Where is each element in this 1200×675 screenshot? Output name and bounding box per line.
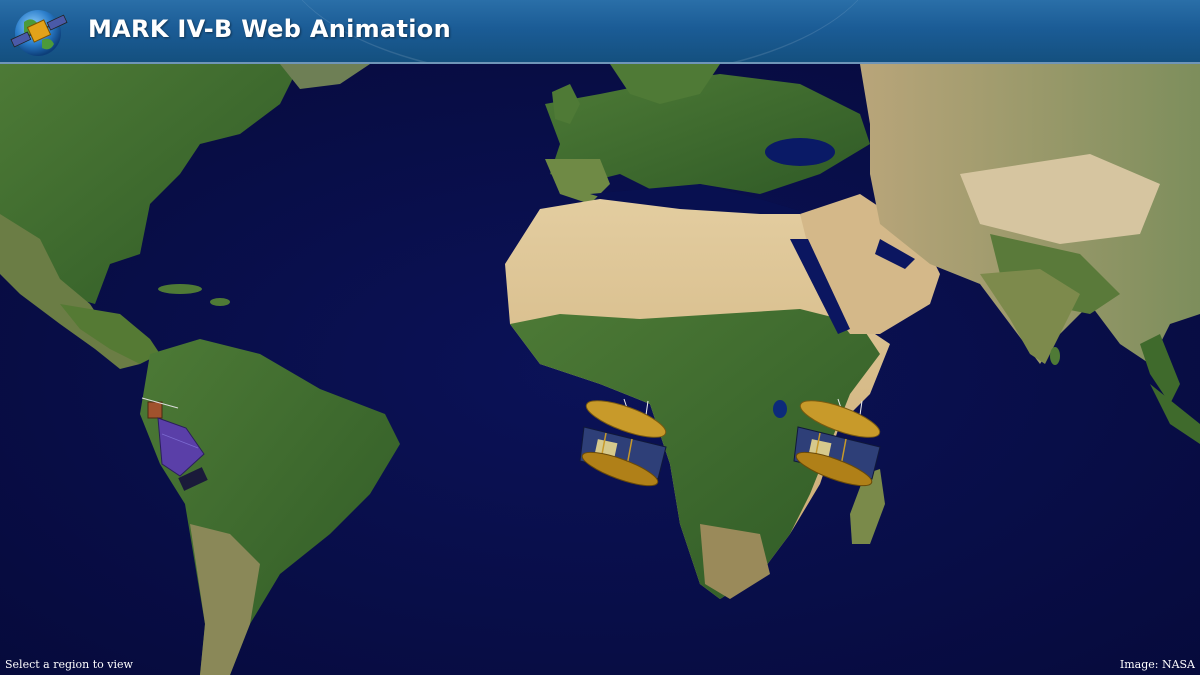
globe-satellite-icon bbox=[10, 10, 68, 56]
header-bar: MARK IV-B Web Animation bbox=[0, 0, 1200, 64]
instruction-text: Select a region to view bbox=[5, 658, 133, 671]
image-credit: Image: NASA bbox=[1119, 658, 1195, 671]
page-title: MARK IV-B Web Animation bbox=[88, 15, 451, 43]
world-map[interactable] bbox=[0, 64, 1200, 675]
